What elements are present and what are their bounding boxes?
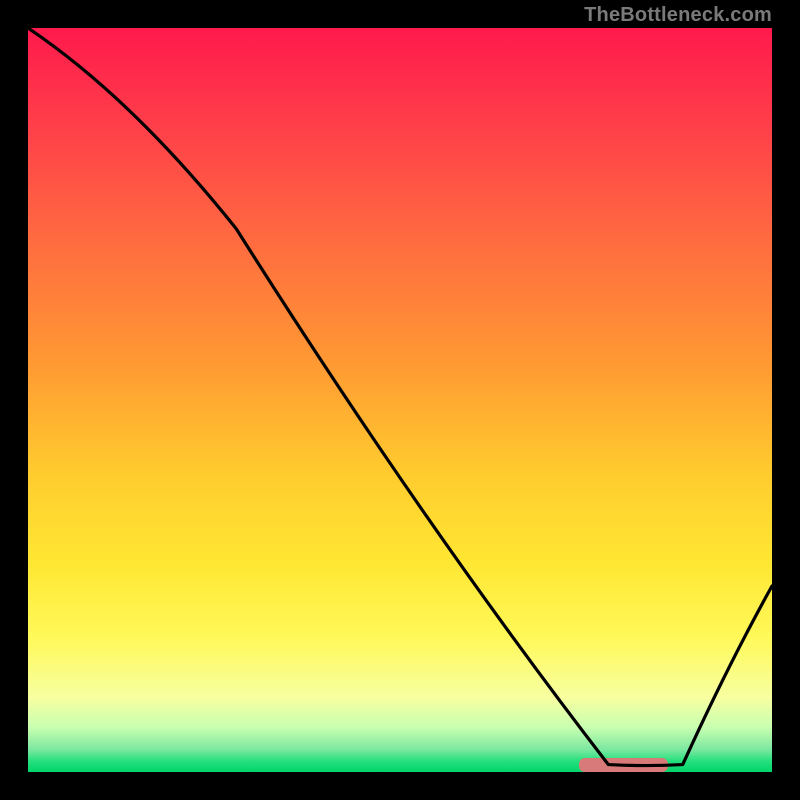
bottleneck-curve <box>28 28 772 772</box>
plot-area <box>28 28 772 772</box>
watermark-text: TheBottleneck.com <box>584 4 772 27</box>
chart-frame: TheBottleneck.com <box>0 0 800 800</box>
